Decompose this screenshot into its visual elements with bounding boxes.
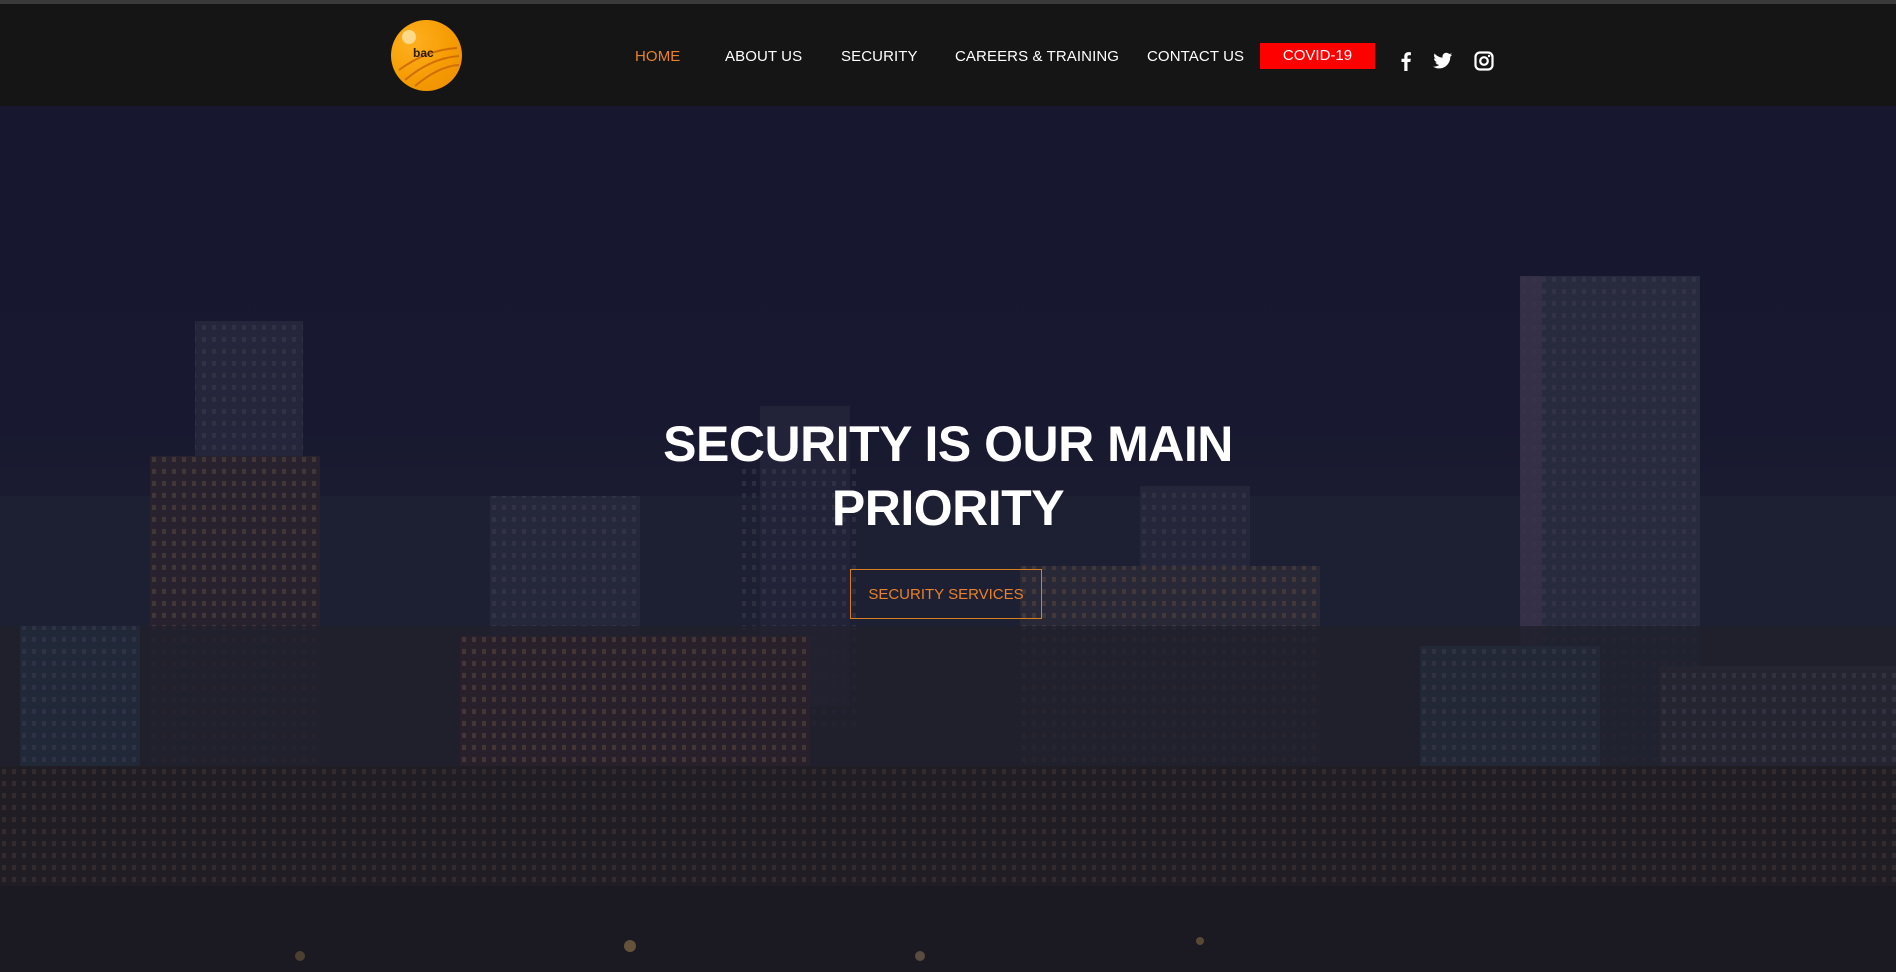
nav-home[interactable]: HOME: [635, 48, 680, 65]
logo-highlight: [402, 30, 416, 44]
hero-section: SECURITY IS OUR MAIN PRIORITY SECURITY S…: [0, 106, 1896, 972]
site-header: bac HOME ABOUT US SECURITY CAREERS & TRA…: [0, 4, 1896, 106]
nav-careers-training[interactable]: CAREERS & TRAINING: [955, 48, 1119, 65]
hero-title-line-1: SECURITY IS OUR MAIN: [663, 416, 1233, 472]
security-services-button[interactable]: SECURITY SERVICES: [850, 569, 1042, 619]
nav-security[interactable]: SECURITY: [841, 48, 918, 65]
hero-title-line-2: PRIORITY: [831, 480, 1065, 536]
logo-text: bac: [413, 46, 434, 60]
nav-contact-us[interactable]: CONTACT US: [1147, 48, 1244, 65]
instagram-icon[interactable]: [1474, 51, 1494, 71]
hero-title: SECURITY IS OUR MAIN PRIORITY: [600, 412, 1296, 540]
nav-about-us[interactable]: ABOUT US: [725, 48, 802, 65]
covid-19-button[interactable]: COVID-19: [1260, 43, 1375, 69]
twitter-icon[interactable]: [1433, 51, 1453, 71]
facebook-icon[interactable]: [1396, 51, 1416, 71]
site-logo[interactable]: bac: [391, 20, 462, 91]
